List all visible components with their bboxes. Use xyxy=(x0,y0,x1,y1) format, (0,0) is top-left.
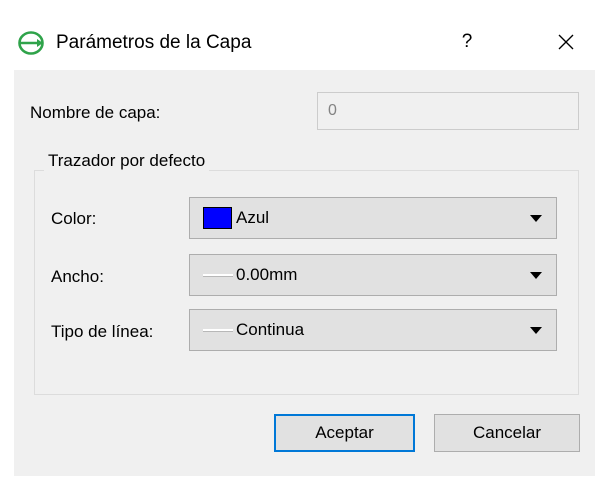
line-type-select[interactable]: Continua xyxy=(189,309,557,351)
chevron-down-icon xyxy=(530,327,542,334)
layer-name-input[interactable]: 0 xyxy=(317,92,579,130)
accept-button[interactable]: Aceptar xyxy=(274,414,415,452)
chevron-down-icon xyxy=(530,215,542,222)
app-icon xyxy=(18,30,44,56)
color-swatch-icon xyxy=(203,207,232,229)
line-type-label: Tipo de línea: xyxy=(51,322,154,341)
title-bar: Parámetros de la Capa ? xyxy=(0,0,595,70)
line-sample-icon xyxy=(203,329,233,331)
line-type-value: Continua xyxy=(236,320,305,339)
layer-name-label: Nombre de capa: xyxy=(30,103,161,122)
window-title: Parámetros de la Capa xyxy=(56,32,252,53)
close-button[interactable] xyxy=(548,27,584,57)
layer-parameters-dialog: Parámetros de la Capa ? Nombre de capa: … xyxy=(0,0,595,478)
close-icon xyxy=(558,34,574,50)
width-select[interactable]: 0.00mm xyxy=(189,254,557,296)
line-sample-icon xyxy=(203,274,233,276)
color-select[interactable]: Azul xyxy=(189,197,557,239)
group-title: Trazador por defecto xyxy=(44,150,210,172)
width-label: Ancho: xyxy=(51,267,104,286)
chevron-down-icon xyxy=(530,272,542,279)
color-value: Azul xyxy=(236,208,270,227)
help-button[interactable]: ? xyxy=(450,27,484,57)
color-label: Color: xyxy=(51,209,97,228)
width-value: 0.00mm xyxy=(236,265,298,284)
cancel-button[interactable]: Cancelar xyxy=(434,414,580,452)
